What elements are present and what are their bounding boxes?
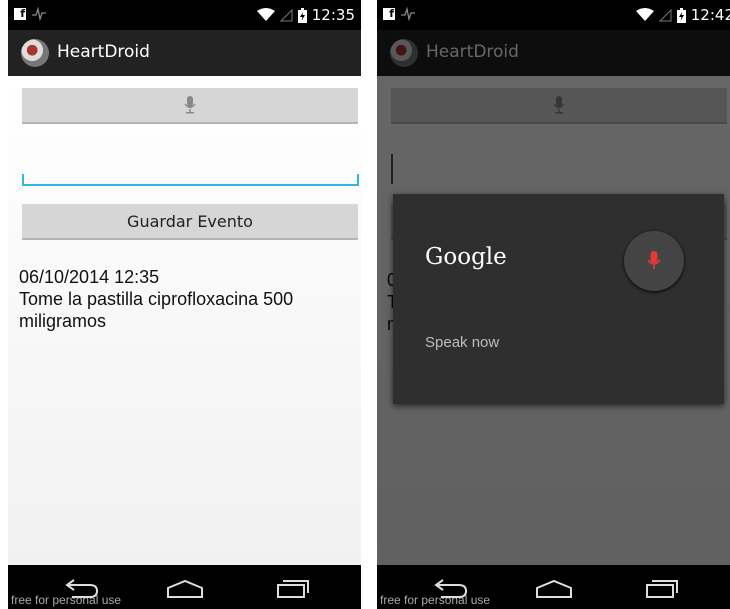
event-text-field[interactable] (22, 174, 359, 186)
status-bar: f 12:42 (377, 0, 730, 30)
wifi-icon (635, 8, 654, 21)
speak-now-prompt: Speak now (425, 334, 500, 351)
back-icon[interactable] (64, 577, 100, 599)
save-event-button[interactable]: Guardar Evento (22, 204, 358, 240)
navigation-bar: free for personal use (8, 565, 361, 609)
action-bar: HeartDroid (8, 30, 361, 76)
status-bar: f 12:35 (8, 0, 361, 30)
app-title: HeartDroid (57, 42, 150, 62)
recent-apps-icon[interactable] (645, 579, 679, 599)
signal-icon (279, 8, 293, 22)
facebook-icon: f (14, 8, 26, 20)
event-entry: 06/10/2014 12:35 Tome la pastilla ciprof… (19, 266, 349, 332)
event-date: 06/10/2014 12:35 (19, 267, 160, 287)
voice-input-button[interactable] (22, 88, 358, 124)
status-time: 12:42 (690, 6, 730, 24)
recent-apps-icon[interactable] (276, 579, 310, 599)
right-screen: f 12:42 HeartDroid 0 T m Google Speak no… (377, 0, 730, 609)
facebook-icon: f (383, 8, 395, 20)
google-logo: Google (425, 244, 507, 270)
back-icon[interactable] (433, 577, 469, 599)
pulse-icon (401, 7, 415, 21)
wifi-icon (256, 8, 275, 21)
battery-icon (297, 7, 307, 23)
event-text: Tome la pastilla ciprofloxacina 500 mili… (19, 289, 294, 331)
mic-icon (647, 251, 661, 269)
app-icon[interactable] (21, 39, 49, 67)
battery-icon (676, 7, 686, 23)
signal-icon (658, 8, 672, 22)
status-time: 12:35 (311, 6, 355, 24)
main-content: Guardar Evento 06/10/2014 12:35 Tome la … (8, 76, 361, 565)
voice-mic-button[interactable] (624, 231, 684, 291)
home-icon[interactable] (535, 579, 573, 599)
home-icon[interactable] (166, 579, 204, 599)
voice-search-dialog: Google Speak now (393, 194, 724, 404)
navigation-bar: free for personal use (377, 565, 730, 609)
pulse-icon (32, 7, 46, 21)
mic-icon (184, 96, 196, 114)
left-screen: f 12:35 HeartDroid Guardar Evento 06/10/… (8, 0, 361, 609)
